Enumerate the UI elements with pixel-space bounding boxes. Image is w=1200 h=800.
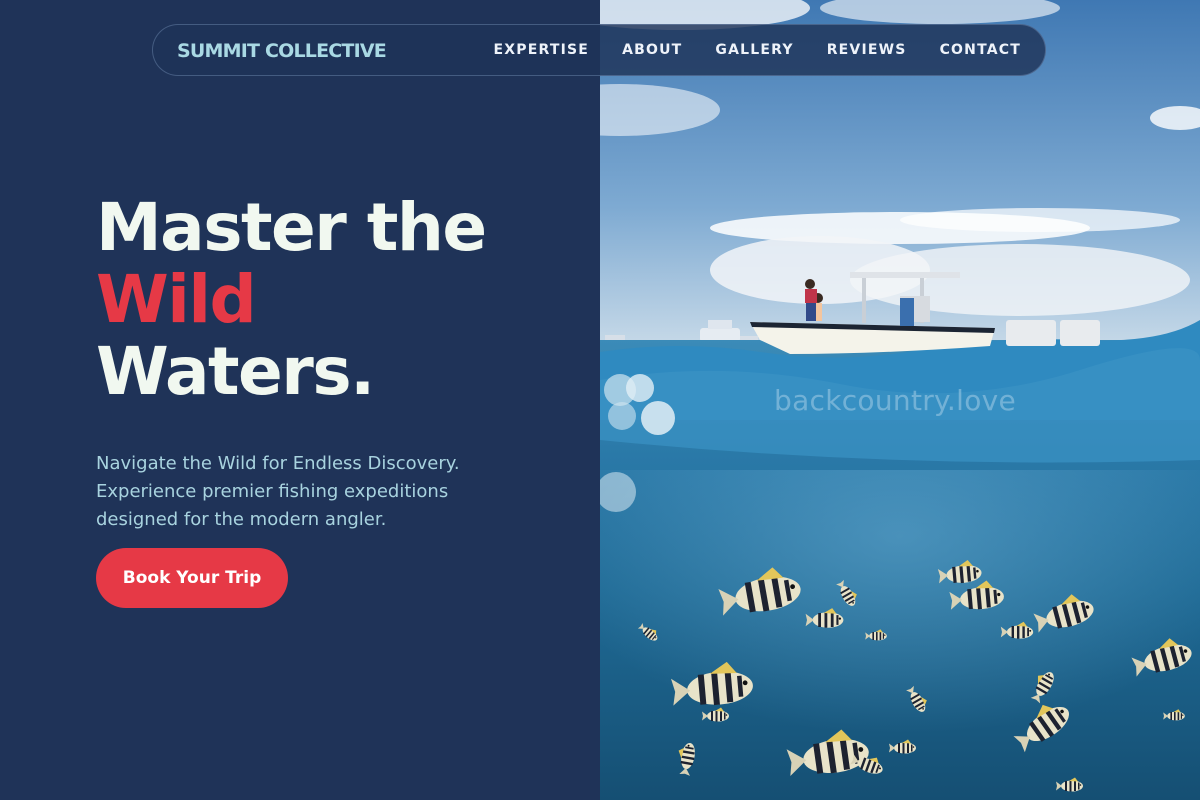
- photo-watermark: backcountry.love: [774, 384, 1017, 417]
- brand-logo[interactable]: SUMMIT COLLECTIVE: [177, 40, 387, 62]
- book-trip-button[interactable]: Book Your Trip: [96, 548, 288, 608]
- nav-link-about[interactable]: ABOUT: [622, 42, 682, 58]
- headline-line-3: Waters.: [96, 333, 375, 410]
- subtitle-line-1: Navigate the Wild for Endless Discovery.: [96, 453, 460, 474]
- nav-link-expertise[interactable]: EXPERTISE: [494, 42, 590, 58]
- headline-accent-word: Wild: [96, 261, 257, 338]
- nav-link-contact[interactable]: CONTACT: [940, 42, 1021, 58]
- nav-link-reviews[interactable]: REVIEWS: [827, 42, 907, 58]
- nav-link-gallery[interactable]: GALLERY: [715, 42, 793, 58]
- nav-menu: EXPERTISE ABOUT GALLERY REVIEWS CONTACT: [494, 25, 1021, 75]
- subtitle-line-2: Experience premier fishing expeditions: [96, 481, 449, 502]
- top-navigation: SUMMIT COLLECTIVE EXPERTISE ABOUT GALLER…: [152, 24, 1046, 76]
- headline-line-1: Master the: [96, 189, 487, 266]
- subtitle-line-3: designed for the modern angler.: [96, 509, 387, 530]
- hero-subtitle: Navigate the Wild for Endless Discovery.…: [96, 450, 516, 534]
- hero-headline: Master the Wild Waters.: [96, 189, 487, 410]
